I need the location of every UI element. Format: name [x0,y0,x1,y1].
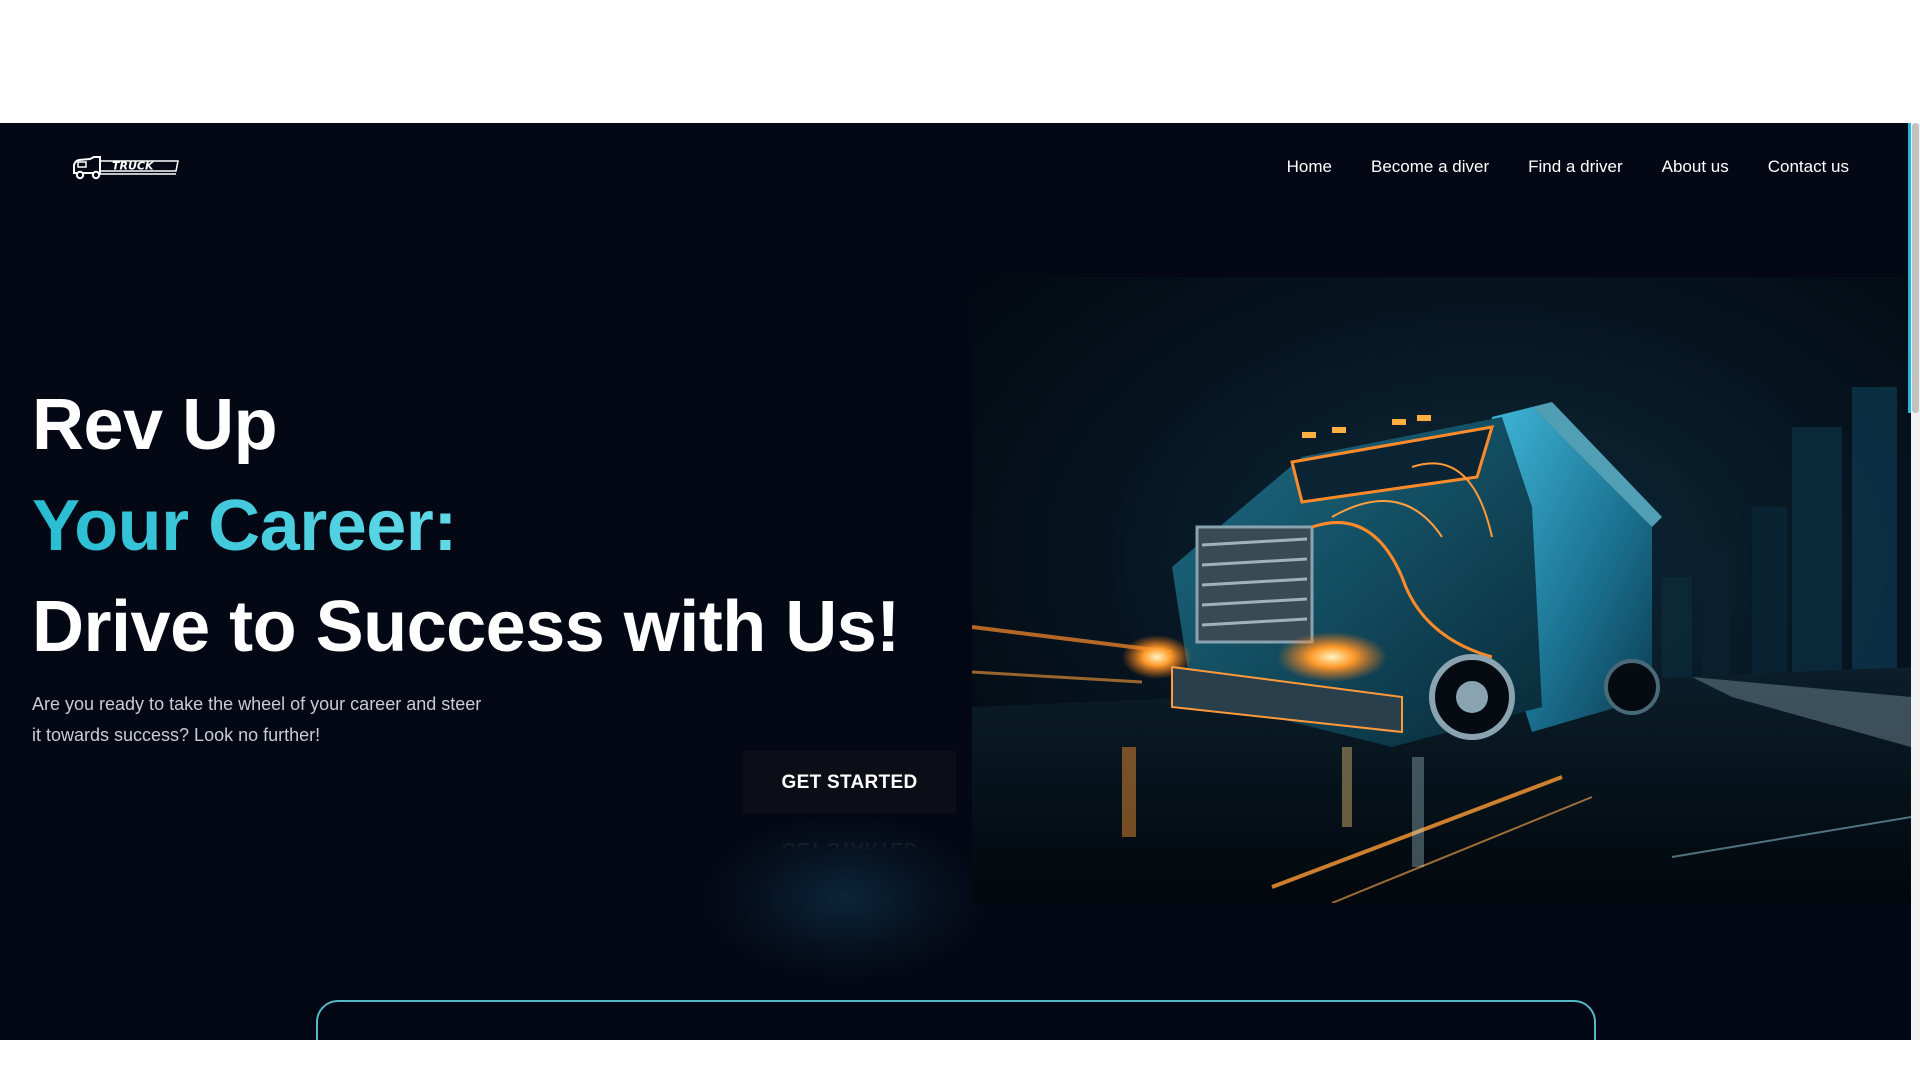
nav-contact-us[interactable]: Contact us [1768,157,1849,177]
hero-section: TRUCK Home Become a diver Find a driver … [0,123,1911,1040]
neon-truck-illustration [972,277,1911,903]
browser-bottom-blank [0,1040,1920,1080]
headline-line-1: Rev Up [32,385,278,465]
nav-about-us[interactable]: About us [1662,157,1729,177]
get-started-button[interactable]: GET STARTED [743,751,956,814]
logo-text: TRUCK [112,160,155,173]
headline-line-2: Your Career: [32,476,900,577]
get-started-reflection: GET STARTED [781,838,918,860]
scrollbar-thumb[interactable] [1912,123,1919,413]
nav-home[interactable]: Home [1287,157,1332,177]
nav-find-a-driver[interactable]: Find a driver [1528,157,1622,177]
headline-line-3: Drive to Success with Us! [32,587,900,667]
features-card [316,1000,1596,1040]
nav-become-a-driver[interactable]: Become a diver [1371,157,1489,177]
hero-subtext: Are you ready to take the wheel of your … [32,694,482,745]
hero-headline: Rev Up Your Career: Drive to Success wit… [32,375,900,678]
truck-logo-icon: TRUCK [73,156,179,180]
main-navigation: Home Become a diver Find a driver About … [1287,157,1849,177]
brand-logo[interactable]: TRUCK [70,153,182,181]
browser-top-blank [0,0,1920,123]
